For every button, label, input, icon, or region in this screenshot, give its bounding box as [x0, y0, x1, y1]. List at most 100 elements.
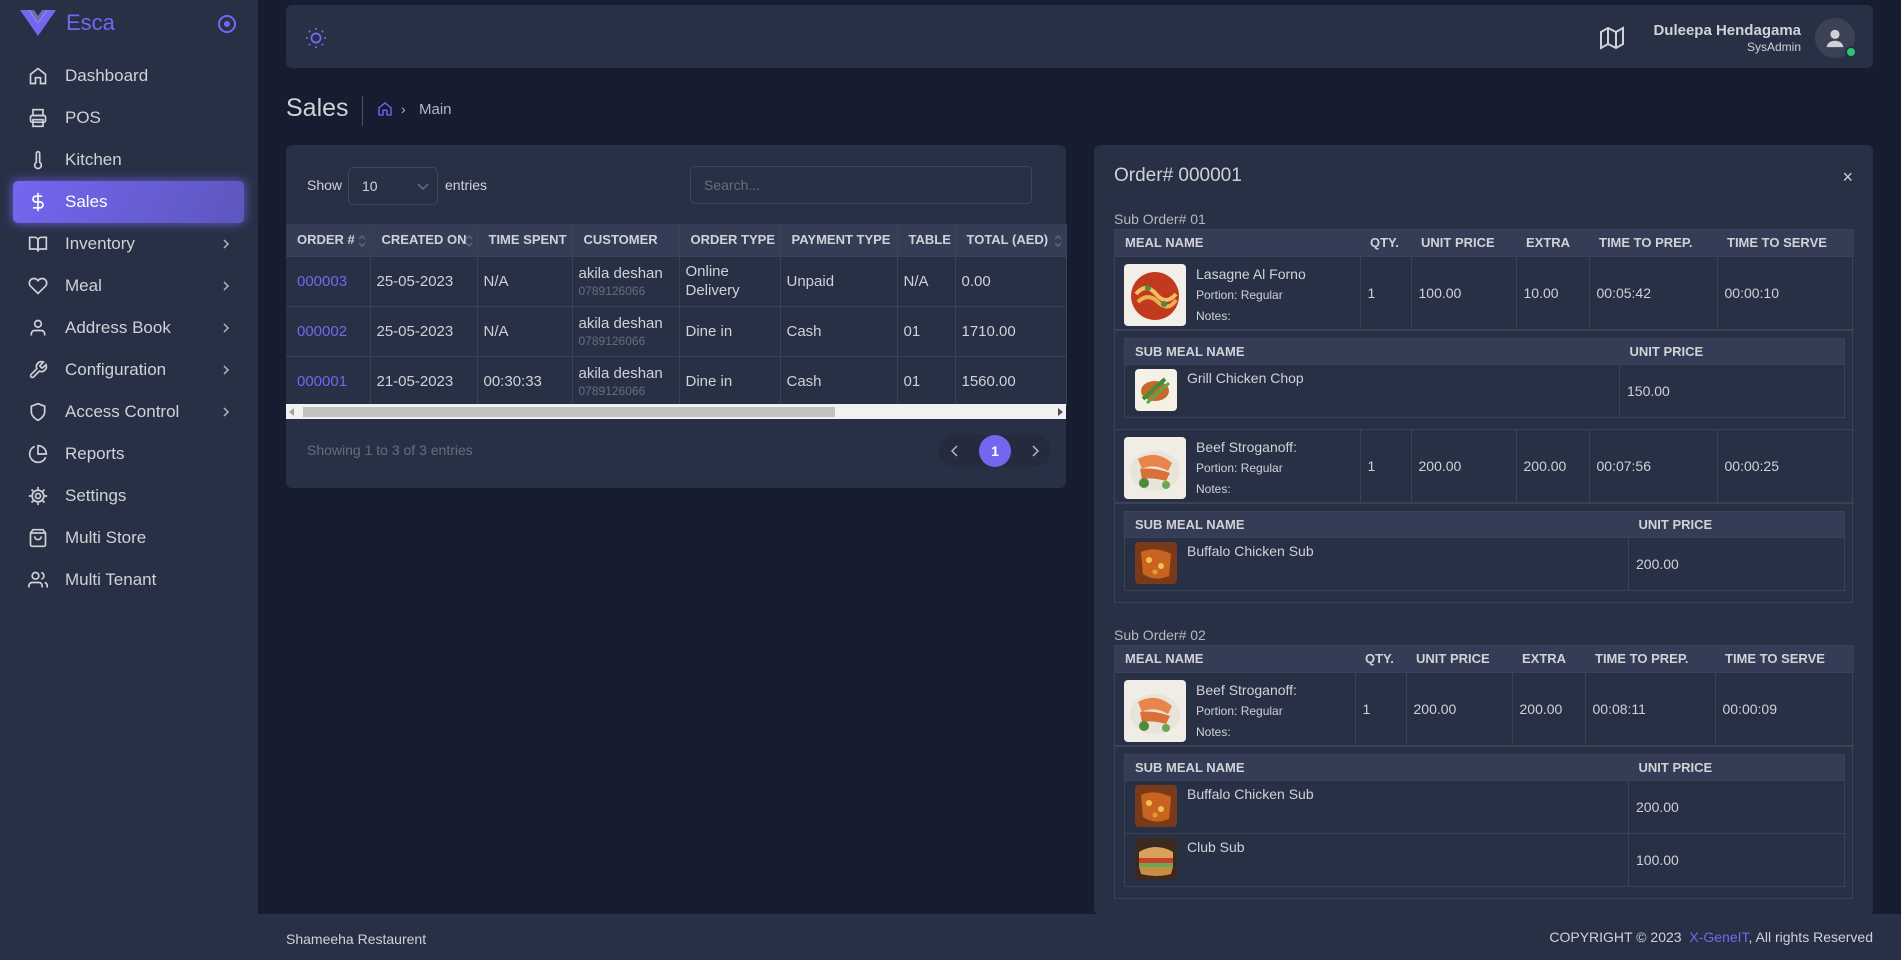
- map-icon[interactable]: [1600, 26, 1624, 50]
- sidebar-item-multi-store[interactable]: Multi Store: [13, 517, 244, 559]
- column-header-payment-type[interactable]: PAYMENT TYPE: [780, 224, 898, 256]
- sort-icon: [358, 235, 365, 247]
- pagination-next-button[interactable]: [1019, 435, 1051, 467]
- prep-time-cell: 00:08:11: [1585, 671, 1716, 745]
- column-header-extra: EXTRA: [1512, 646, 1585, 672]
- scrollbar-thumb[interactable]: [303, 407, 835, 417]
- table-row[interactable]: 000003 25-05-2023 N/A akila deshan 078912…: [286, 255, 1067, 306]
- qty-cell: 1: [1360, 428, 1412, 502]
- serve-time-cell: 00:00:10: [1717, 255, 1854, 329]
- unit-price-cell: 200.00: [1406, 671, 1513, 745]
- order-link[interactable]: 000001: [297, 373, 347, 390]
- search-input[interactable]: [690, 166, 1032, 204]
- sidebar-item-sales[interactable]: Sales: [13, 181, 244, 223]
- meal-notes: Notes:: [1196, 724, 1231, 739]
- customer-phone: 0789126066: [578, 333, 646, 348]
- sidebar-item-label: Multi Tenant: [65, 570, 157, 589]
- page-title: Sales: [286, 94, 349, 122]
- customer-name: akila deshan: [578, 314, 663, 332]
- user-name[interactable]: Duleepa Hendagama: [1653, 22, 1801, 39]
- breadcrumb-current: Main: [419, 101, 452, 118]
- sidebar-toggle-icon[interactable]: [217, 14, 237, 34]
- company-link[interactable]: X-GeneIT: [1689, 929, 1748, 945]
- column-header-order[interactable]: ORDER #: [286, 224, 371, 256]
- prep-time-cell: 00:07:56: [1589, 428, 1718, 502]
- chevron-right-icon: [223, 323, 230, 333]
- column-header-sub-meal-name: SUB MEAL NAME: [1124, 754, 1629, 780]
- avatar[interactable]: [1815, 18, 1857, 58]
- sidebar-item-multi-tenant[interactable]: Multi Tenant: [13, 559, 244, 601]
- order-link[interactable]: 000003: [297, 273, 347, 290]
- sidebar-item-label: Configuration: [65, 360, 167, 379]
- horizontal-scrollbar[interactable]: [286, 404, 1066, 419]
- order-type-cell: Dine in: [679, 355, 781, 406]
- book-icon: [27, 233, 49, 255]
- customer-name: akila deshan: [578, 364, 663, 382]
- created-on-cell: 21-05-2023: [370, 355, 478, 406]
- column-header-customer[interactable]: CUSTOMER: [572, 224, 680, 256]
- entries-select[interactable]: 10: [348, 167, 438, 205]
- table-cell: 01: [897, 355, 956, 406]
- sidebar-item-kitchen[interactable]: Kitchen: [13, 139, 244, 181]
- column-header-time-spent[interactable]: TIME SPENT: [477, 224, 573, 256]
- sidebar-item-meal[interactable]: Meal: [13, 265, 244, 307]
- column-header-meal-name: MEAL NAME: [1115, 646, 1355, 672]
- column-header-order-type[interactable]: ORDER TYPE: [679, 224, 781, 256]
- chevron-down-icon: [417, 183, 429, 191]
- table-row[interactable]: 000001 21-05-2023 00:30:33 akila deshan 0…: [286, 355, 1067, 406]
- sort-icon: [465, 235, 472, 247]
- sub-meal-table: SUB MEAL NAME UNIT PRICE Buffalo Chicken …: [1124, 753, 1845, 887]
- breadcrumb-home-icon[interactable]: [377, 101, 393, 117]
- sidebar-item-label: Settings: [65, 486, 127, 505]
- sub-meal-image: [1135, 784, 1177, 827]
- sidebar-item-configuration[interactable]: Configuration: [13, 349, 244, 391]
- column-header-sub-meal-name: SUB MEAL NAME: [1124, 338, 1620, 364]
- unit-price-cell: 200.00: [1411, 428, 1517, 502]
- theme-toggle-sun-icon[interactable]: [305, 27, 327, 49]
- sidebar-item-inventory[interactable]: Inventory: [13, 223, 244, 265]
- shield-icon: [27, 401, 49, 423]
- column-header-time-to-prep: TIME TO PREP.: [1585, 646, 1715, 672]
- chevron-left-icon: [950, 445, 958, 457]
- order-link[interactable]: 000002: [297, 323, 347, 340]
- meal-cell: Beef Stroganoff: Portion: Regular Notes:: [1124, 430, 1353, 502]
- meal-notes: Notes:: [1196, 308, 1231, 323]
- pagination-page-button[interactable]: 1: [979, 435, 1011, 467]
- close-icon[interactable]: ×: [1842, 167, 1853, 188]
- show-label: Show: [307, 177, 343, 193]
- column-header-table[interactable]: TABLE: [897, 224, 956, 256]
- sidebar-item-pos[interactable]: POS: [13, 97, 244, 139]
- meal-name: Beef Stroganoff:: [1196, 681, 1297, 698]
- scroll-left-icon[interactable]: [289, 408, 294, 416]
- chevron-right-icon: [223, 407, 230, 417]
- sidebar-item-reports[interactable]: Reports: [13, 433, 244, 475]
- pagination-prev-button[interactable]: [939, 435, 971, 467]
- gear-icon: [27, 485, 49, 507]
- column-header-time-to-prep: TIME TO PREP.: [1589, 230, 1717, 256]
- customer-phone: 0789126066: [578, 283, 646, 298]
- column-header-meal-name: MEAL NAME: [1115, 230, 1360, 256]
- sidebar-item-dashboard[interactable]: Dashboard: [13, 55, 244, 97]
- table-row[interactable]: 000002 25-05-2023 N/A akila deshan 078912…: [286, 305, 1067, 356]
- meal-name: Beef Stroganoff:: [1196, 438, 1297, 455]
- column-header-unit-price: UNIT PRICE: [1406, 646, 1512, 672]
- column-header-created-on[interactable]: CREATED ON: [370, 224, 478, 256]
- title-divider: [362, 96, 363, 126]
- footer: Shameeha Restaurent COPYRIGHT © 2023 X-G…: [258, 914, 1901, 960]
- sidebar-item-address-book[interactable]: Address Book: [13, 307, 244, 349]
- sub-meal-item: Buffalo Chicken Sub 200.00: [1124, 779, 1845, 833]
- sidebar-item-access-control[interactable]: Access Control: [13, 391, 244, 433]
- chevron-right-icon: [223, 365, 230, 375]
- extra-cell: 200.00: [1512, 671, 1586, 745]
- meal-image: [1124, 263, 1186, 326]
- top-navbar: Duleepa Hendagama SysAdmin: [286, 5, 1873, 68]
- sidebar-item-settings[interactable]: Settings: [13, 475, 244, 517]
- sub-meal-image: [1135, 368, 1177, 411]
- column-header-total[interactable]: TOTAL (AED): [955, 224, 1067, 256]
- sidebar-item-label: Kitchen: [65, 150, 122, 169]
- column-header-sub-meal-name: SUB MEAL NAME: [1124, 511, 1629, 537]
- sales-table-card: Show 10 entries ORDER # CREATED ON TIME …: [286, 145, 1067, 488]
- customer-cell: akila deshan 0789126066: [572, 255, 680, 306]
- sidebar-item-label: Address Book: [65, 318, 171, 337]
- scroll-right-icon[interactable]: [1058, 408, 1063, 416]
